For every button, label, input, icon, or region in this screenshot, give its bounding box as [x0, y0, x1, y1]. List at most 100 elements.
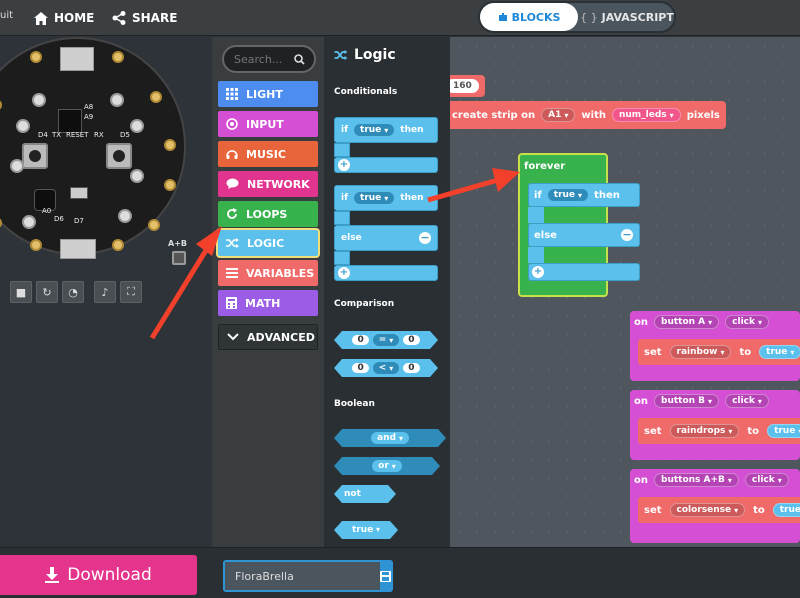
share-icon: [112, 11, 126, 25]
add-icon[interactable]: +: [338, 159, 350, 171]
set-block[interactable]: set colorsense to true: [638, 497, 800, 523]
pin-pad[interactable]: [112, 239, 124, 251]
value-dropdown[interactable]: true: [767, 424, 800, 438]
circuit-playground-board[interactable]: D4 TX RESET RX D5 A0 D6 D7 A8 A9: [0, 37, 186, 259]
pin-pad[interactable]: [30, 51, 42, 63]
share-button[interactable]: SHARE: [112, 6, 177, 30]
left-operand[interactable]: 0: [352, 335, 368, 345]
search-box: [222, 45, 316, 73]
event-dropdown[interactable]: click: [725, 394, 769, 408]
category-math[interactable]: MATH: [218, 290, 318, 316]
category-label: INPUT: [246, 117, 284, 131]
set-block[interactable]: set rainbow to true: [638, 339, 800, 365]
mute-button[interactable]: ♪: [94, 281, 116, 303]
pin-pad[interactable]: [0, 99, 2, 111]
pin-pad[interactable]: [164, 179, 176, 191]
remove-icon[interactable]: −: [419, 232, 431, 244]
workspace[interactable]: 160 create strip on A1 with num_leds pix…: [450, 37, 800, 547]
true-dropdown[interactable]: true: [354, 124, 395, 136]
equals-block[interactable]: 0 = 0: [334, 331, 438, 349]
set-block[interactable]: set raindrops to true: [638, 418, 800, 444]
category-loops[interactable]: LOOPS: [218, 201, 318, 227]
simulator-toolbar: ■ ↻ ◔ ♪ ⛶: [10, 281, 142, 303]
category-variables[interactable]: VARIABLES: [218, 260, 318, 286]
condition-dropdown[interactable]: true: [547, 189, 589, 201]
if-then-else-block[interactable]: if true then: [334, 185, 438, 211]
category-music[interactable]: MUSIC: [218, 141, 318, 167]
and-dropdown[interactable]: and: [371, 432, 409, 444]
less-than-block[interactable]: 0 < 0: [334, 359, 438, 377]
home-button[interactable]: HOME: [34, 6, 94, 30]
forever-block[interactable]: forever if true then else − +: [518, 153, 640, 297]
if-then-block[interactable]: if true then: [334, 117, 438, 143]
board-label: RESET: [66, 131, 89, 139]
left-operand[interactable]: 0: [352, 363, 368, 373]
create-strip-block[interactable]: create strip on A1 with num_leds pixels: [450, 101, 726, 129]
category-logic[interactable]: LOGIC: [218, 230, 318, 256]
download-button[interactable]: Download: [0, 555, 197, 595]
or-dropdown[interactable]: or: [372, 460, 402, 472]
operator-dropdown[interactable]: =: [373, 334, 400, 346]
project-name-input[interactable]: [225, 562, 380, 590]
usb-connector: [60, 47, 94, 71]
slowmo-button[interactable]: ◔: [62, 281, 84, 303]
pin-pad[interactable]: [30, 239, 42, 251]
fullscreen-button[interactable]: ⛶: [120, 281, 142, 303]
pin-pad[interactable]: [150, 91, 162, 103]
value-dropdown[interactable]: true: [759, 345, 800, 359]
save-button[interactable]: [380, 562, 391, 590]
search-input[interactable]: [234, 52, 290, 66]
blocks-tab[interactable]: BLOCKS: [480, 3, 578, 31]
pin-dropdown[interactable]: A1: [541, 108, 576, 122]
remove-icon[interactable]: −: [621, 229, 633, 241]
add-icon[interactable]: +: [532, 266, 544, 278]
category-network[interactable]: NETWORK: [218, 171, 318, 197]
variable-dropdown[interactable]: colorsense: [669, 503, 746, 517]
javascript-tab[interactable]: { } JAVASCRIPT: [580, 3, 674, 31]
add-icon[interactable]: +: [338, 267, 350, 279]
board-button-a[interactable]: [22, 143, 48, 169]
brand-fragment: uit: [0, 10, 14, 21]
pin-pad[interactable]: [164, 139, 176, 151]
variable-value: num_leds: [618, 110, 667, 120]
on-buttons-ab-block[interactable]: on buttons A+B click set colorsense to t…: [630, 469, 800, 543]
and-block[interactable]: and: [334, 429, 446, 447]
restart-button[interactable]: ↻: [36, 281, 58, 303]
operator-dropdown[interactable]: <: [373, 362, 400, 374]
slide-switch[interactable]: [70, 187, 88, 199]
stop-button[interactable]: ■: [10, 281, 32, 303]
category-light[interactable]: LIGHT: [218, 81, 318, 107]
true-block[interactable]: true: [334, 521, 398, 539]
pin-pad[interactable]: [148, 219, 160, 231]
button-dropdown[interactable]: buttons A+B: [654, 473, 739, 487]
on-button-b-block[interactable]: on button B click set raindrops to true: [630, 390, 800, 460]
button-dropdown[interactable]: button A: [654, 315, 720, 329]
variable-dropdown[interactable]: num_leds: [611, 108, 681, 122]
ab-button[interactable]: [172, 251, 186, 265]
category-input[interactable]: INPUT: [218, 111, 318, 137]
true-dropdown[interactable]: true: [354, 192, 395, 204]
pin-pad[interactable]: [0, 217, 2, 229]
event-dropdown[interactable]: click: [725, 315, 770, 329]
neopixel-led: [130, 169, 144, 183]
pin-pad[interactable]: [112, 51, 124, 63]
board-button-b[interactable]: [106, 143, 132, 169]
ab-button-label: A+B: [168, 239, 187, 248]
button-dropdown[interactable]: button B: [654, 394, 720, 408]
right-operand[interactable]: 0: [403, 335, 419, 345]
if-then-else-block[interactable]: if true then: [528, 183, 640, 207]
variable-dropdown[interactable]: rainbow: [669, 345, 732, 359]
category-label: MUSIC: [246, 147, 286, 161]
number-input[interactable]: 160: [450, 79, 479, 93]
right-operand[interactable]: 0: [403, 363, 419, 373]
not-block[interactable]: not: [334, 485, 396, 503]
value-dropdown[interactable]: true: [772, 503, 800, 517]
set-variable-block[interactable]: 160: [450, 75, 485, 97]
on-button-a-block[interactable]: on button A click set rainbow to true: [630, 311, 800, 381]
category-label: LOGIC: [247, 236, 285, 250]
search-icon[interactable]: [294, 53, 305, 65]
event-dropdown[interactable]: click: [744, 473, 789, 487]
variable-dropdown[interactable]: raindrops: [669, 424, 740, 438]
category-advanced[interactable]: ADVANCED: [218, 324, 318, 350]
or-block[interactable]: or: [334, 457, 440, 475]
